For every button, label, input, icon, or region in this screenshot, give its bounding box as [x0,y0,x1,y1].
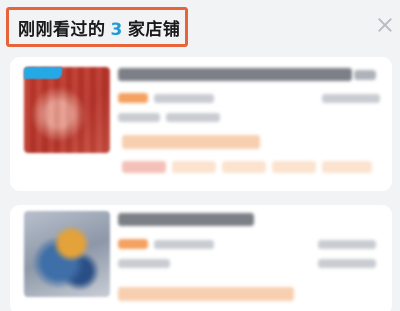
shop-meta [118,113,160,122]
shop-promo-tag [118,287,294,301]
shop-name[interactable] [118,213,254,226]
shop-rating-stars [118,239,148,249]
shop-deal-tag [122,161,166,173]
shop-meta-2 [318,259,376,268]
shop-deal-tag-5 [322,161,372,173]
shop-count: 3 [110,19,123,40]
recently-viewed-shops-panel: 刚刚看过的 3 家店铺 [0,0,400,311]
shop-rating-text [154,240,214,249]
shop-badge [24,67,62,79]
shop-card[interactable] [10,57,392,191]
shop-card[interactable] [10,205,392,311]
shop-thumbnail[interactable] [24,67,110,153]
shop-name-tail [354,70,376,80]
shop-rating-text [154,94,214,103]
title-suffix: 家店铺 [127,19,181,40]
shop-thumbnail[interactable] [24,211,110,297]
shop-meta-2 [166,113,220,122]
shop-rating-stars [118,93,148,103]
shop-distance [322,94,380,103]
close-icon[interactable] [376,16,394,34]
shop-promo-tag [122,135,260,149]
panel-title: 刚刚看过的 3 家店铺 [18,15,180,40]
shop-deal-tag-2 [172,161,216,173]
shop-distance [318,240,376,249]
panel-header: 刚刚看过的 3 家店铺 [0,0,400,54]
shop-name[interactable] [118,68,352,81]
title-prefix: 刚刚看过的 [18,19,106,40]
shop-deal-tag-3 [222,161,266,173]
shop-deal-tag-4 [272,161,316,173]
shop-meta [118,259,170,268]
title-highlight-frame: 刚刚看过的 3 家店铺 [6,7,188,47]
